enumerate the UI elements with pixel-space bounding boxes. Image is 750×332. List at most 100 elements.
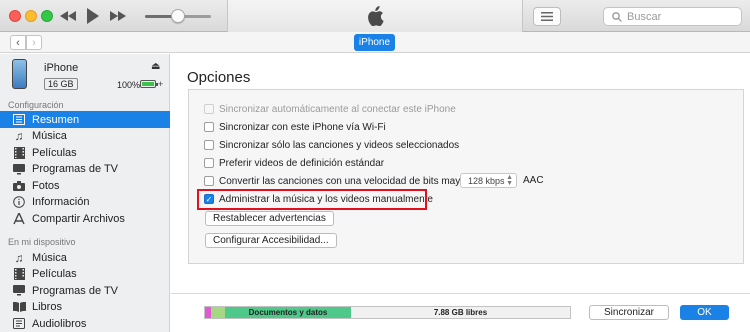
- option-auto-sync: Sincronizar automáticamente al conectar …: [204, 102, 456, 116]
- forward-button[interactable]: ›: [26, 35, 42, 50]
- sidebar-item-label: Películas: [32, 146, 77, 159]
- search-field[interactable]: Buscar: [603, 7, 742, 26]
- sidebar-item-fotos[interactable]: Fotos: [0, 177, 170, 194]
- back-button[interactable]: ‹: [10, 35, 26, 50]
- play-button[interactable]: [84, 6, 102, 26]
- close-window-button[interactable]: [9, 10, 21, 22]
- sidebar-item-musica[interactable]: ♫ Música: [0, 128, 170, 145]
- apple-logo-icon: [368, 6, 384, 26]
- music-note-icon: ♫: [14, 129, 24, 143]
- audiobook-icon: [12, 317, 26, 331]
- sidebar-item-label: Libros: [32, 301, 62, 313]
- list-icon: [541, 12, 553, 21]
- sidebar-item-label: Información: [32, 196, 90, 208]
- sidebar-item-label: Resumen: [32, 113, 80, 126]
- fast-forward-icon: [110, 11, 126, 21]
- prefer-sd-checkbox[interactable]: [204, 158, 214, 168]
- sidebar-item-programas-de-tv[interactable]: Programas de TV: [0, 161, 170, 178]
- sidebar-item-label: Audiolibros: [32, 317, 87, 330]
- info-icon: [12, 195, 26, 209]
- stepper-icon: ▲ ▼: [506, 174, 513, 187]
- sidebar-device-item-audiolibros[interactable]: Audiolibros: [0, 315, 170, 332]
- iphone-icon: [12, 59, 27, 89]
- options-title: Opciones: [187, 69, 251, 86]
- play-icon: [87, 8, 99, 24]
- section-label-on-device: En mi dispositivo: [8, 237, 76, 247]
- auto-sync-checkbox: [204, 104, 214, 114]
- sidebar-item-label: Compartir Archivos: [32, 212, 125, 225]
- option-wifi-sync[interactable]: Sincronizar con este iPhone vía Wi-Fi: [204, 120, 386, 134]
- zoom-window-button[interactable]: [41, 10, 53, 22]
- sidebar-item-peliculas[interactable]: Películas: [0, 144, 170, 161]
- bitrate-value: 128 kbps: [468, 175, 505, 186]
- battery-percent: 100%: [117, 80, 141, 90]
- highlight-box: [197, 189, 427, 210]
- rewind-button[interactable]: [58, 6, 78, 26]
- wifi-sync-label: Sincronizar con este iPhone vía Wi-Fi: [219, 121, 386, 133]
- sidebar-item-label: Fotos: [32, 179, 60, 192]
- sidebar-item-label: Música: [32, 130, 67, 142]
- film-icon: [12, 267, 26, 281]
- selected-only-checkbox[interactable]: [204, 140, 214, 150]
- fast-forward-button[interactable]: [108, 6, 128, 26]
- sync-button[interactable]: Sincronizar: [589, 305, 669, 320]
- storage-segment-apps: [211, 307, 225, 318]
- option-selected-only[interactable]: Sincronizar sólo las canciones y videos …: [204, 138, 459, 152]
- search-icon: [612, 11, 622, 22]
- sidebar-item-label: Programas de TV: [32, 284, 119, 297]
- book-icon: [12, 300, 26, 314]
- capacity-badge: 16 GB: [44, 78, 78, 90]
- storage-segment-free: 7.88 GB libres: [351, 307, 570, 318]
- sidebar-device-item-peliculas[interactable]: Películas: [0, 266, 170, 283]
- documents-label: Documentos y datos: [248, 308, 328, 317]
- chevron-left-icon: ‹: [16, 36, 20, 49]
- storage-bar: Documentos y datos 7.88 GB libres: [204, 306, 571, 319]
- option-convert-bitrate[interactable]: Convertir las canciones con una velocida…: [204, 174, 477, 188]
- sidebar-item-label: Películas: [32, 268, 77, 280]
- search-placeholder: Buscar: [627, 10, 662, 23]
- format-label: AAC: [523, 175, 544, 186]
- up-next-button[interactable]: [533, 7, 561, 26]
- summary-icon: [12, 113, 26, 127]
- battery-icon: [140, 80, 158, 88]
- music-note-icon: ♫: [14, 250, 24, 265]
- sidebar-device-item-programas-de-tv[interactable]: Programas de TV: [0, 282, 170, 299]
- title-bar: Buscar: [0, 0, 750, 32]
- status-display: [227, 0, 523, 32]
- free-space-label: 7.88 GB libres: [433, 308, 488, 317]
- convert-bitrate-checkbox[interactable]: [204, 176, 214, 186]
- eject-icon[interactable]: ⏏: [151, 61, 160, 72]
- accessibility-button[interactable]: Configurar Accesibilidad...: [205, 233, 337, 248]
- convert-bitrate-label: Convertir las canciones con una velocida…: [219, 175, 478, 187]
- film-icon: [12, 146, 26, 160]
- selected-only-label: Sincronizar sólo las canciones y videos …: [219, 139, 460, 151]
- sidebar: iPhone ⏏ 16 GB 100% + Configuración Resu…: [0, 54, 170, 332]
- sidebar-item-compartir-archivos[interactable]: Compartir Archivos: [0, 210, 170, 227]
- auto-sync-label: Sincronizar automáticamente al conectar …: [219, 103, 456, 115]
- bitrate-select[interactable]: 128 kbps ▲ ▼: [460, 173, 517, 188]
- rewind-icon: [60, 11, 76, 21]
- device-name: iPhone: [44, 62, 79, 74]
- tv-icon: [12, 284, 26, 298]
- camera-icon: [12, 179, 26, 193]
- wifi-sync-checkbox[interactable]: [204, 122, 214, 132]
- sidebar-device-item-musica[interactable]: ♫ Música: [0, 249, 170, 266]
- sidebar-item-label: Música: [32, 251, 67, 264]
- ok-button[interactable]: OK: [680, 305, 729, 320]
- minimize-window-button[interactable]: [25, 10, 37, 22]
- section-label-configuration: Configuración: [8, 100, 64, 110]
- prefer-sd-label: Preferir videos de definición estándar: [219, 157, 385, 169]
- reset-warnings-button[interactable]: Restablecer advertencias: [205, 211, 334, 226]
- volume-knob[interactable]: [171, 9, 185, 23]
- storage-segment-documents: Documentos y datos: [225, 307, 351, 318]
- option-prefer-sd[interactable]: Preferir videos de definición estándar: [204, 156, 384, 170]
- sidebar-item-label: Programas de TV: [32, 163, 119, 175]
- sidebar-item-resumen[interactable]: Resumen: [0, 111, 170, 128]
- tv-icon: [12, 162, 26, 176]
- chevron-right-icon: ›: [32, 36, 36, 49]
- apps-icon: [12, 212, 26, 226]
- charging-icon: +: [158, 79, 164, 89]
- sidebar-item-informacion[interactable]: Información: [0, 194, 170, 211]
- sidebar-device-item-libros[interactable]: Libros: [0, 299, 170, 316]
- device-pill[interactable]: iPhone: [354, 34, 395, 51]
